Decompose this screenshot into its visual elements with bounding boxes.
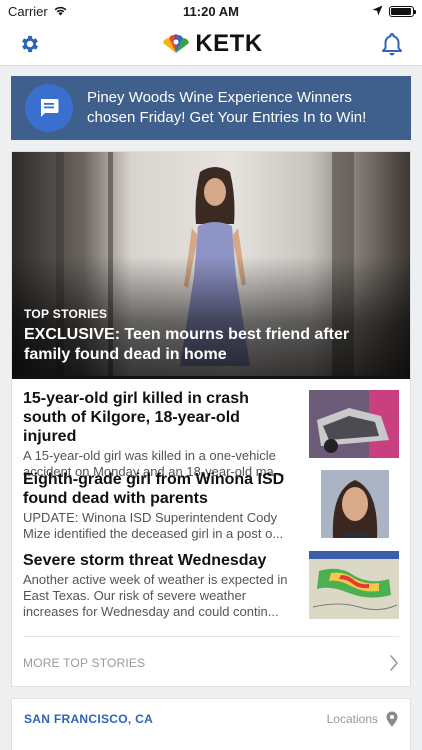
more-top-stories-link[interactable]: MORE TOP STORIES [23, 636, 399, 688]
story-thumbnail [321, 470, 389, 538]
status-indicators [372, 4, 416, 19]
location-pin-icon [386, 711, 398, 727]
hero-divider [12, 376, 410, 379]
alert-icon-circle [25, 84, 73, 132]
hero-kicker: TOP STORIES [24, 307, 108, 321]
story-title: 15-year-old girl killed in crash south o… [23, 390, 249, 445]
logo-text: KETK [195, 29, 263, 57]
promo-alert-banner[interactable]: Piney Woods Wine Experience Winners chos… [11, 76, 411, 140]
battery-icon [389, 5, 416, 17]
story-title: Severe storm threat Wednesday [23, 552, 267, 569]
location-city[interactable]: SAN FRANCISCO, CA [24, 712, 153, 726]
wifi-icon [53, 4, 68, 19]
more-label: MORE TOP STORIES [23, 655, 146, 670]
hero-story[interactable]: TOP STORIES EXCLUSIVE: Teen mourns best … [12, 152, 410, 376]
carrier-label: Carrier [8, 3, 48, 19]
locations-label: Locations [326, 712, 378, 726]
story-summary: Another active week of weather is expect… [23, 572, 288, 619]
notifications-button[interactable] [376, 28, 408, 60]
chat-icon [40, 99, 59, 117]
story-thumbnail [309, 551, 399, 619]
story-item[interactable]: 15-year-old girl killed in crash south o… [23, 389, 399, 480]
status-bar: Carrier 11:20 AM [0, 0, 422, 22]
story-summary: UPDATE: Winona ISD Superintendent Cody M… [23, 510, 284, 541]
story-item[interactable]: Severe storm threat Wednesday Another ac… [23, 551, 399, 620]
location-arrow-icon [372, 4, 383, 19]
story-item[interactable]: Eighth-grade girl from Winona ISD found … [23, 470, 399, 542]
locations-button[interactable]: Locations [327, 711, 398, 727]
location-row: SAN FRANCISCO, CA Locations [12, 699, 410, 739]
peacock-icon [163, 33, 190, 53]
bell-icon [382, 32, 402, 55]
settings-button[interactable] [14, 28, 46, 60]
hero-headline: EXCLUSIVE: Teen mourns best friend after… [24, 326, 350, 363]
top-stories-card: TOP STORIES EXCLUSIVE: Teen mourns best … [11, 151, 411, 687]
gear-icon [22, 35, 38, 52]
alert-text: Piney Woods Wine Experience Winners chos… [87, 89, 367, 126]
nav-bar: KETK [0, 22, 422, 66]
location-card: SAN FRANCISCO, CA Locations [11, 698, 411, 750]
station-logo: KETK [159, 30, 262, 58]
carrier-group: Carrier [8, 4, 68, 19]
battery-fill [391, 7, 411, 15]
story-title: Eighth-grade girl from Winona ISD found … [23, 471, 285, 507]
story-thumbnail [309, 390, 399, 458]
chevron-right-icon [390, 654, 398, 671]
